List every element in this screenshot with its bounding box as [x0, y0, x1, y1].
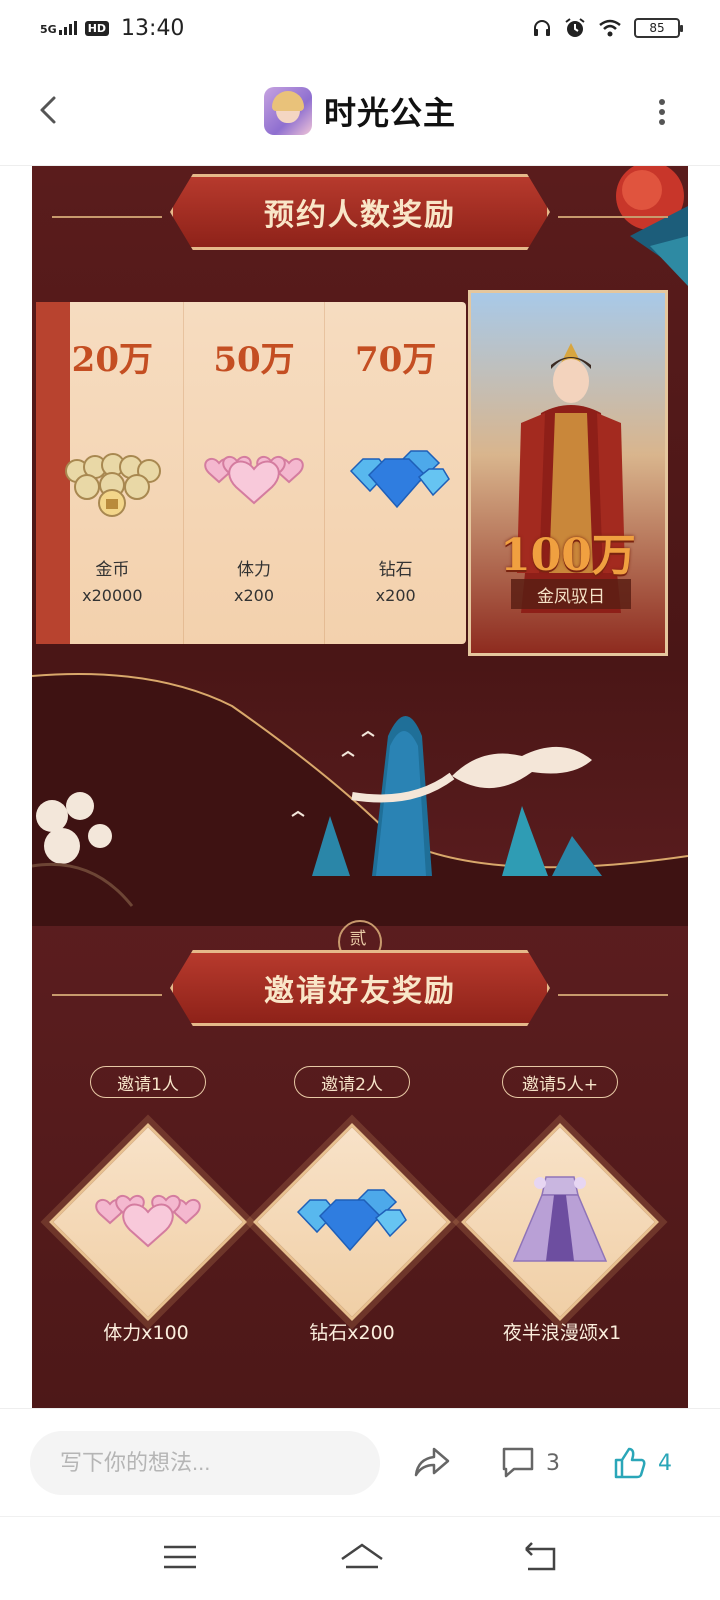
grand-amount: 100万: [500, 530, 636, 581]
tier-item: 70万 钻石 x200: [324, 302, 466, 644]
divider: [558, 216, 668, 218]
divider: [558, 994, 668, 996]
reward-tiers: 20万 金币 x20000 50万 体力 x200 70万 钻石 x200: [36, 302, 466, 644]
landscape-illustration: [32, 673, 688, 926]
comment-button[interactable]: 3: [500, 1439, 560, 1487]
tier-amount: 70万: [355, 340, 437, 380]
back-nav-icon[interactable]: [520, 1537, 564, 1577]
invite-reward-caption: 钻石x200: [309, 1322, 395, 1344]
status-bar: 5G HD 13:40 85: [0, 0, 720, 56]
hearts-icon: [204, 455, 304, 505]
invite-condition-pill: 邀请1人: [90, 1066, 206, 1098]
section-banner-reservation: 预约人数奖励: [170, 174, 550, 250]
share-icon: [414, 1447, 450, 1477]
status-time: 13:40: [121, 15, 185, 41]
tier-qty: x20000: [82, 586, 143, 605]
menu-icon[interactable]: [158, 1537, 202, 1577]
grand-name: 金凤驭日: [511, 579, 631, 609]
like-count: 4: [658, 1450, 672, 1476]
divider: [52, 994, 162, 996]
comment-icon: [502, 1447, 534, 1478]
invite-condition-pill: 邀请5人+: [502, 1066, 618, 1098]
system-nav-bar: [0, 1516, 720, 1600]
invite-reward-card: [253, 1123, 451, 1321]
tier-name: 金币: [95, 560, 130, 580]
comment-input[interactable]: [30, 1431, 380, 1495]
like-button[interactable]: 4: [612, 1439, 672, 1487]
tier-qty: x200: [234, 586, 275, 605]
back-icon[interactable]: [30, 90, 70, 130]
dress-icon: [512, 1176, 608, 1262]
invite-reward-caption: 体力x100: [103, 1322, 189, 1344]
tier-amount: 20万: [71, 340, 153, 380]
tier-name: 体力: [237, 560, 271, 580]
app-icon[interactable]: [263, 86, 312, 135]
tier-qty: x200: [375, 586, 416, 605]
page-title: 时光公主: [323, 93, 456, 132]
invite-reward-caption: 夜半浪漫颂x1: [502, 1322, 622, 1344]
tier-item: 50万 体力 x200: [182, 302, 325, 644]
event-poster: 预约人数奖励 20万 金币 x20000 50万 体力 x200 70万 钻石 …: [32, 166, 688, 1408]
hearts-icon: [95, 1194, 201, 1248]
invite-condition-pill: 邀请2人: [294, 1066, 410, 1098]
tier-amount: 50万: [213, 340, 295, 380]
diamonds-icon: [349, 450, 450, 509]
divider: [52, 216, 162, 218]
home-icon[interactable]: [336, 1537, 384, 1577]
title-bar: 时光公主: [0, 56, 720, 166]
hd-badge: HD: [84, 20, 110, 36]
invite-reward-card: [461, 1123, 659, 1321]
share-button[interactable]: [412, 1439, 452, 1487]
headphones-icon: [534, 20, 550, 36]
tier-item: 20万 金币 x20000: [42, 302, 183, 644]
more-icon[interactable]: [656, 96, 668, 128]
action-bar: 3 4: [0, 1408, 720, 1516]
battery-icon: 85: [634, 18, 683, 38]
coins-icon: [65, 453, 162, 517]
wifi-icon: [599, 19, 621, 37]
diamonds-icon: [296, 1189, 407, 1252]
alarm-icon: [565, 18, 585, 37]
thumbs-up-icon: [614, 1447, 646, 1479]
peony-decoration: [616, 166, 688, 286]
invite-reward-card: [49, 1123, 247, 1321]
section-banner-invite: 邀请好友奖励: [170, 950, 550, 1026]
tier-name: 钻石: [378, 560, 413, 580]
grand-reward-card: 100万 金凤驭日: [468, 290, 668, 656]
cellular-signal-icon: 5G: [40, 21, 77, 35]
comment-count: 3: [546, 1450, 560, 1476]
